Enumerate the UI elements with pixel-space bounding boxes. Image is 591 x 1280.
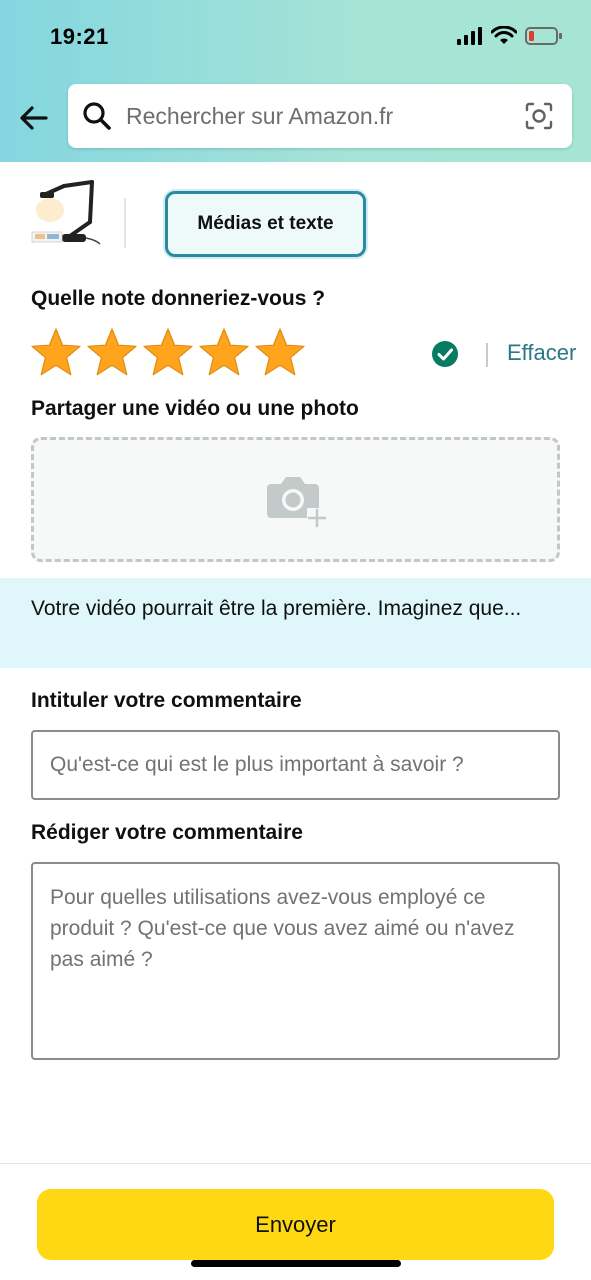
media-label: Partager une vidéo ou une photo xyxy=(31,397,359,420)
add-photo-icon xyxy=(266,476,327,528)
star-icon[interactable] xyxy=(142,326,194,378)
promo-banner: Votre vidéo pourrait être la première. I… xyxy=(0,578,591,668)
clear-rating-link[interactable]: Effacer xyxy=(507,340,576,366)
status-time: 19:21 xyxy=(50,24,109,49)
star-icon[interactable] xyxy=(86,326,138,378)
title-field-label: Intituler votre commentaire xyxy=(31,689,302,712)
rating-label: Quelle note donneriez-vous ? xyxy=(31,287,326,310)
review-title-input[interactable] xyxy=(31,730,560,800)
search-input[interactable] xyxy=(126,102,524,130)
star-icon[interactable] xyxy=(254,326,306,378)
check-circle-icon xyxy=(432,341,458,367)
review-field-label: Rédiger votre commentaire xyxy=(31,821,303,844)
product-row: Médias et texte xyxy=(0,162,591,272)
media-upload-area[interactable] xyxy=(31,437,560,562)
promo-text: Votre vidéo pourrait être la première. I… xyxy=(31,597,522,620)
camera-scan-icon[interactable] xyxy=(524,101,554,131)
separator xyxy=(486,343,488,367)
bottom-bar: Envoyer xyxy=(0,1163,591,1280)
search-icon xyxy=(83,102,111,130)
status-icons xyxy=(457,26,563,46)
app-header: 19:21 xyxy=(0,0,591,162)
review-body-textarea[interactable] xyxy=(31,862,560,1060)
signal-icon xyxy=(457,27,482,45)
search-bar[interactable] xyxy=(68,84,572,148)
star-icon[interactable] xyxy=(198,326,250,378)
submit-button[interactable]: Envoyer xyxy=(37,1189,554,1260)
star-icon[interactable] xyxy=(30,326,82,378)
home-indicator[interactable] xyxy=(191,1260,401,1267)
arrow-left-icon[interactable] xyxy=(16,100,52,136)
star-rating[interactable] xyxy=(30,326,306,378)
product-thumbnail[interactable] xyxy=(28,178,106,252)
wifi-icon xyxy=(491,26,517,44)
tab-media-and-text[interactable]: Médias et texte xyxy=(165,191,366,257)
product-divider xyxy=(124,198,126,248)
battery-low-icon xyxy=(525,27,562,45)
